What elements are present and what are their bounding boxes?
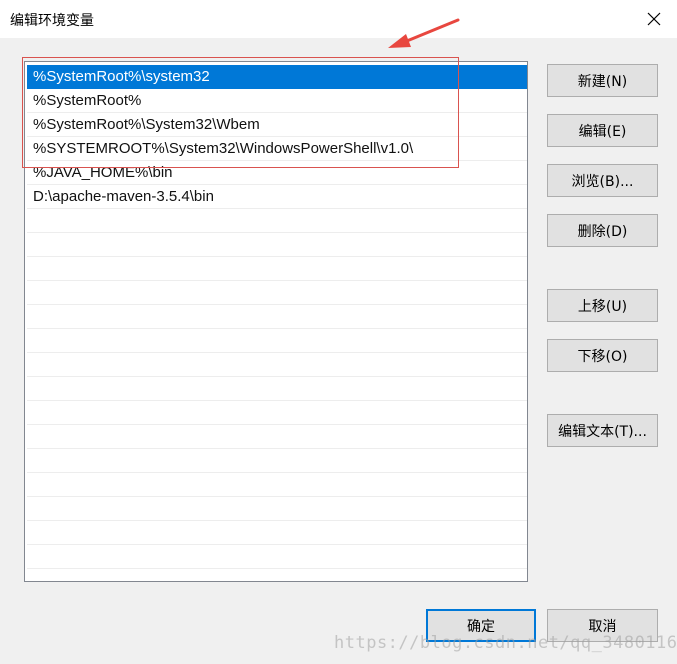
list-item[interactable]: %SYSTEMROOT%\System32\WindowsPowerShell\…: [27, 137, 527, 161]
edit-text-button[interactable]: 编辑文本(T)...: [547, 414, 658, 447]
edit-env-variable-dialog: 编辑环境变量 %SystemRoot%\system32 %SystemRoot…: [0, 0, 677, 664]
empty-list-row[interactable]: [27, 209, 527, 233]
empty-list-row[interactable]: [27, 425, 527, 449]
path-list[interactable]: %SystemRoot%\system32 %SystemRoot% %Syst…: [24, 61, 528, 582]
move-down-button[interactable]: 下移(O): [547, 339, 658, 372]
empty-list-row[interactable]: [27, 305, 527, 329]
empty-list-row[interactable]: [27, 233, 527, 257]
empty-list-row[interactable]: [27, 281, 527, 305]
empty-list-row[interactable]: [27, 521, 527, 545]
empty-list-row[interactable]: [27, 329, 527, 353]
close-button[interactable]: [631, 0, 677, 38]
empty-list-row[interactable]: [27, 401, 527, 425]
move-up-button[interactable]: 上移(U): [547, 289, 658, 322]
empty-list-row[interactable]: [27, 449, 527, 473]
list-item[interactable]: %SystemRoot%\system32: [27, 65, 527, 89]
empty-list-row[interactable]: [27, 545, 527, 569]
browse-button[interactable]: 浏览(B)...: [547, 164, 658, 197]
empty-list-row[interactable]: [27, 257, 527, 281]
new-button[interactable]: 新建(N): [547, 64, 658, 97]
title-bar: 编辑环境变量: [0, 0, 677, 38]
list-item[interactable]: %JAVA_HOME%\bin: [27, 161, 527, 185]
dialog-title: 编辑环境变量: [10, 13, 94, 29]
list-item[interactable]: %SystemRoot%\System32\Wbem: [27, 113, 527, 137]
watermark: https://blog.csdn.net/qq_34801169: [334, 633, 677, 653]
empty-list-row[interactable]: [27, 497, 527, 521]
close-icon: [647, 12, 661, 26]
list-item[interactable]: D:\apache-maven-3.5.4\bin: [27, 185, 527, 209]
edit-button[interactable]: 编辑(E): [547, 114, 658, 147]
empty-list-row[interactable]: [27, 353, 527, 377]
empty-list-row[interactable]: [27, 473, 527, 497]
empty-list-row[interactable]: [27, 377, 527, 401]
delete-button[interactable]: 删除(D): [547, 214, 658, 247]
list-item[interactable]: %SystemRoot%: [27, 89, 527, 113]
